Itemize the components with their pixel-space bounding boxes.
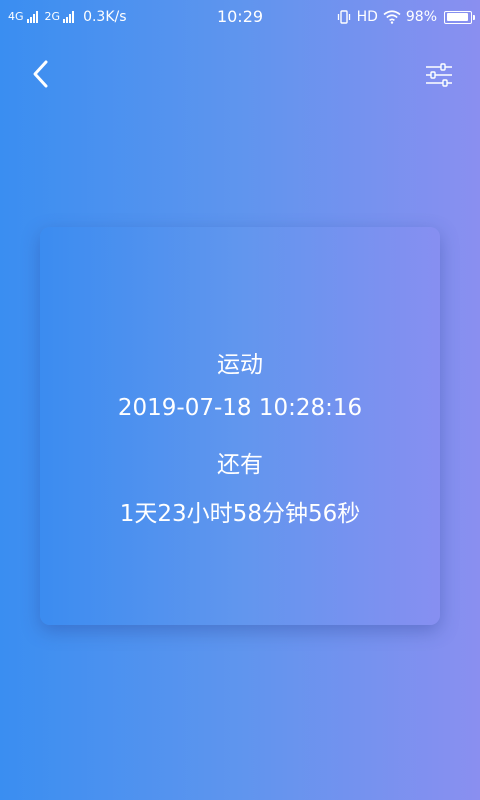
remaining-label: 还有 <box>217 452 263 478</box>
filter-settings-button[interactable] <box>422 58 456 92</box>
back-arrow-icon <box>33 60 48 88</box>
hd-indicator: HD <box>356 9 378 25</box>
countdown-card[interactable]: 运动 2019-07-18 10:28:16 还有 1天23小时58分钟56秒 <box>40 227 440 625</box>
vibrate-icon <box>337 10 350 24</box>
remaining-time: 1天23小时58分钟56秒 <box>119 501 361 527</box>
event-name: 运动 <box>217 352 263 378</box>
battery-level-fill <box>446 13 469 21</box>
battery-icon <box>444 10 475 24</box>
battery-tip <box>473 14 475 20</box>
event-datetime: 2019-07-18 10:28:16 <box>117 395 363 421</box>
status-bar: 4G 2G 0.3K/s 10:29 HD 98% <box>0 0 480 34</box>
sliders-icon <box>426 63 452 87</box>
back-button[interactable] <box>24 56 58 92</box>
battery-percent: 98% <box>405 9 437 25</box>
status-bar-right: HD 98% <box>336 0 475 34</box>
wifi-icon <box>383 10 401 24</box>
